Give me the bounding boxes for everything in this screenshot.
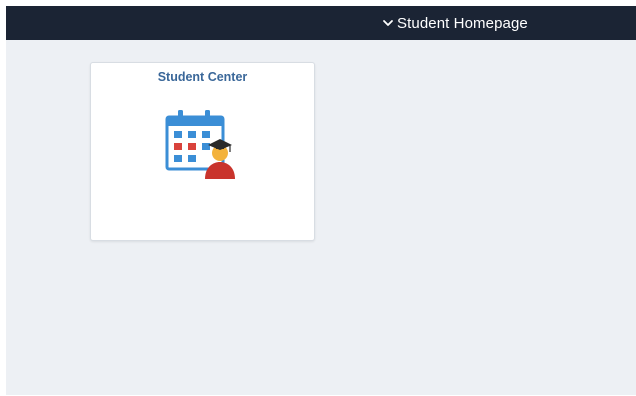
- top-nav-bar: Student Homepage: [6, 6, 636, 40]
- chevron-down-icon: [383, 20, 393, 26]
- homepage-selector[interactable]: Student Homepage: [382, 6, 528, 40]
- calendar-graduate-icon: [165, 110, 235, 179]
- tile-student-center[interactable]: Student Center: [90, 62, 315, 241]
- homepage-selector-label: Student Homepage: [397, 14, 528, 32]
- app-window: Student Homepage Student Center: [6, 6, 636, 395]
- tile-title: Student Center: [157, 70, 248, 84]
